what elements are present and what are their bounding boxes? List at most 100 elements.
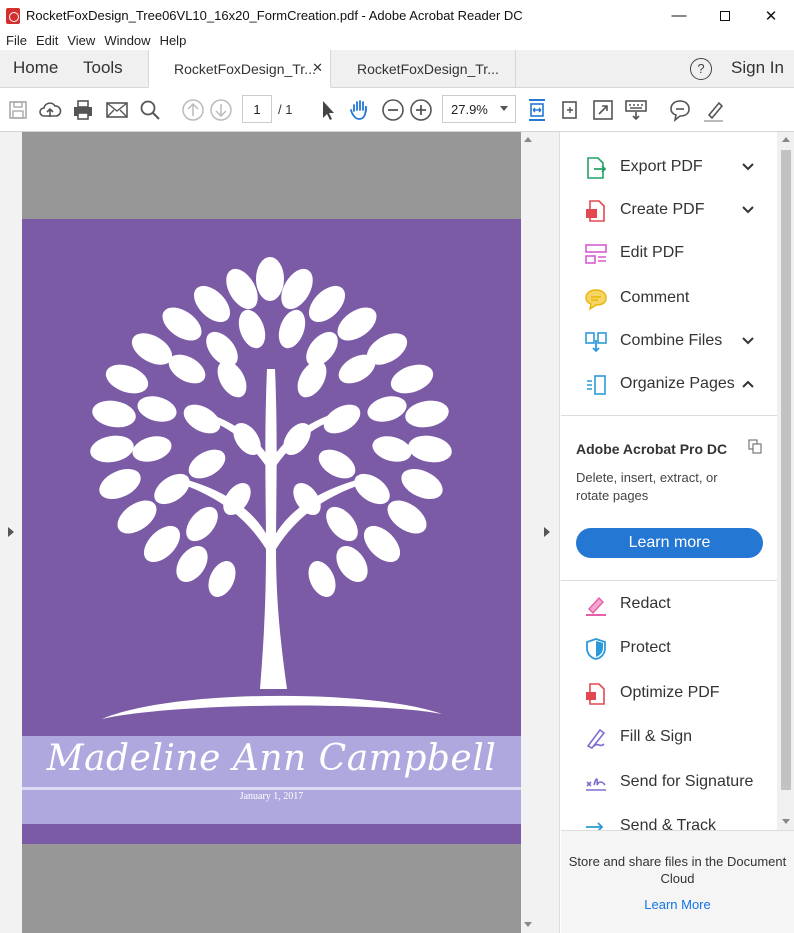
cloud-promo-text: Store and share files in the Document Cl…	[568, 854, 787, 886]
tab-tools[interactable]: Tools	[83, 58, 123, 78]
zoom-value: 27.9%	[451, 101, 488, 117]
tool-label: Organize Pages	[620, 375, 735, 392]
select-arrow-icon[interactable]	[314, 97, 340, 123]
close-window-button[interactable]: ✕	[748, 0, 794, 31]
document-viewer[interactable]: Madeline Ann Campbell January 1, 2017	[0, 132, 535, 933]
tool-send-track[interactable]: Send & Track	[561, 807, 777, 830]
minimize-icon: —	[671, 7, 687, 24]
document-tab-label: RocketFoxDesign_Tr...	[357, 61, 499, 77]
previous-page-icon[interactable]	[180, 97, 206, 123]
zoom-in-icon[interactable]	[408, 97, 434, 123]
redact-icon	[584, 593, 608, 617]
chevron-down-icon[interactable]	[741, 160, 755, 174]
tool-edit-pdf[interactable]: Edit PDF	[561, 234, 777, 274]
chevron-down-icon[interactable]	[741, 334, 755, 348]
page-total: / 1	[278, 102, 293, 117]
tab-home[interactable]: Home	[13, 58, 58, 78]
window-title: RocketFoxDesign_Tree06VL10_16x20_FormCre…	[26, 8, 523, 23]
menu-edit[interactable]: Edit	[36, 33, 58, 48]
tool-label: Redact	[620, 595, 671, 612]
title-bar: RocketFoxDesign_Tree06VL10_16x20_FormCre…	[0, 0, 794, 31]
fit-width-icon[interactable]	[524, 97, 550, 123]
tool-comment[interactable]: Comment	[561, 279, 777, 319]
chevron-down-icon	[500, 106, 508, 111]
tool-label: Export PDF	[620, 158, 703, 175]
document-tab[interactable]: RocketFoxDesign_Tr...	[331, 50, 516, 88]
tool-fill-sign[interactable]: Fill & Sign	[561, 718, 777, 758]
scroll-down-icon[interactable]	[524, 922, 532, 927]
toolbar	[0, 89, 794, 132]
tools-pane: Export PDF Create PDF Edit PDF Comment C…	[561, 132, 777, 830]
scroll-up-icon[interactable]	[524, 137, 532, 142]
tool-organize-pages[interactable]: Organize Pages	[561, 365, 777, 405]
tool-label: Send for Signature	[620, 773, 754, 790]
create-pdf-icon	[584, 199, 608, 223]
hand-tool-icon[interactable]	[347, 97, 373, 123]
document-name: Madeline Ann Campbell	[46, 738, 497, 779]
pane-divider	[561, 580, 777, 581]
cloud-learn-more-link[interactable]: Learn More	[561, 897, 794, 912]
tool-optimize-pdf[interactable]: Optimize PDF	[561, 674, 777, 714]
tool-label: Comment	[620, 289, 690, 306]
document-tab-active[interactable]: RocketFoxDesign_Tr... ✕	[148, 50, 331, 88]
tool-combine-files[interactable]: Combine Files	[561, 322, 777, 362]
help-icon[interactable]: ?	[690, 58, 712, 80]
print-icon[interactable]	[70, 97, 96, 123]
menu-file[interactable]: File	[6, 33, 27, 48]
menu-help[interactable]: Help	[160, 33, 187, 48]
fill-sign-icon	[584, 726, 608, 750]
minimize-button[interactable]: —	[656, 0, 702, 31]
search-icon[interactable]	[137, 97, 163, 123]
zoom-select[interactable]: 27.9%	[442, 95, 516, 123]
right-panel-toggle[interactable]	[535, 132, 560, 933]
tool-redact[interactable]: Redact	[561, 585, 777, 625]
chevron-up-icon[interactable]	[741, 377, 755, 391]
tool-export-pdf[interactable]: Export PDF	[561, 148, 777, 188]
next-page-icon[interactable]	[208, 97, 234, 123]
tools-pane-scrollbar[interactable]	[777, 132, 794, 830]
scroll-down-icon[interactable]	[782, 819, 790, 824]
tool-label: Create PDF	[620, 201, 705, 218]
maximize-button[interactable]	[702, 0, 748, 31]
protect-icon	[584, 637, 608, 661]
rotate-view-icon[interactable]	[557, 97, 583, 123]
tool-create-pdf[interactable]: Create PDF	[561, 191, 777, 231]
cloud-upload-icon[interactable]	[37, 97, 63, 123]
copy-pages-icon	[748, 439, 762, 454]
chevron-down-icon[interactable]	[741, 203, 755, 217]
organize-pages-icon	[584, 373, 608, 397]
comment-icon	[584, 287, 608, 311]
menu-view[interactable]: View	[67, 33, 95, 48]
save-icon[interactable]	[5, 97, 31, 123]
collapse-pane-icon	[544, 527, 550, 537]
name-band: Madeline Ann Campbell January 1, 2017	[22, 736, 521, 824]
highlight-pen-icon[interactable]	[701, 97, 727, 123]
menu-window[interactable]: Window	[104, 33, 150, 48]
edit-pdf-icon	[584, 242, 608, 266]
scroll-up-icon[interactable]	[782, 137, 790, 142]
tool-protect[interactable]: Protect	[561, 629, 777, 669]
tool-label: Edit PDF	[620, 244, 685, 261]
sign-in-link[interactable]: Sign In	[731, 58, 784, 78]
promo-description: Delete, insert, extract, or rotate pages	[576, 470, 718, 503]
learn-more-button[interactable]: Learn more	[576, 528, 763, 558]
send-track-icon	[584, 815, 608, 830]
full-screen-icon[interactable]	[590, 97, 616, 123]
comment-tool-icon[interactable]	[667, 97, 693, 123]
pdf-page: Madeline Ann Campbell January 1, 2017	[22, 219, 521, 844]
scroll-thumb[interactable]	[781, 150, 791, 790]
tool-send-for-signature[interactable]: Send for Signature	[561, 763, 777, 803]
tool-label: Protect	[620, 639, 671, 656]
maximize-icon	[720, 10, 730, 21]
acrobat-app-icon	[6, 7, 20, 24]
close-icon: ✕	[764, 7, 778, 25]
email-icon[interactable]	[104, 97, 130, 123]
document-scrollbar[interactable]	[521, 132, 535, 933]
page-number-input[interactable]: 1	[242, 95, 272, 123]
close-tab-icon[interactable]: ✕	[312, 60, 323, 76]
keyboard-icon[interactable]	[623, 97, 649, 123]
tab-bar: Home Tools RocketFoxDesign_Tr... ✕ Rocke…	[0, 50, 794, 88]
zoom-out-icon[interactable]	[380, 97, 406, 123]
menu-bar: File Edit View Window Help	[0, 31, 794, 50]
left-panel-toggle[interactable]	[0, 132, 22, 933]
